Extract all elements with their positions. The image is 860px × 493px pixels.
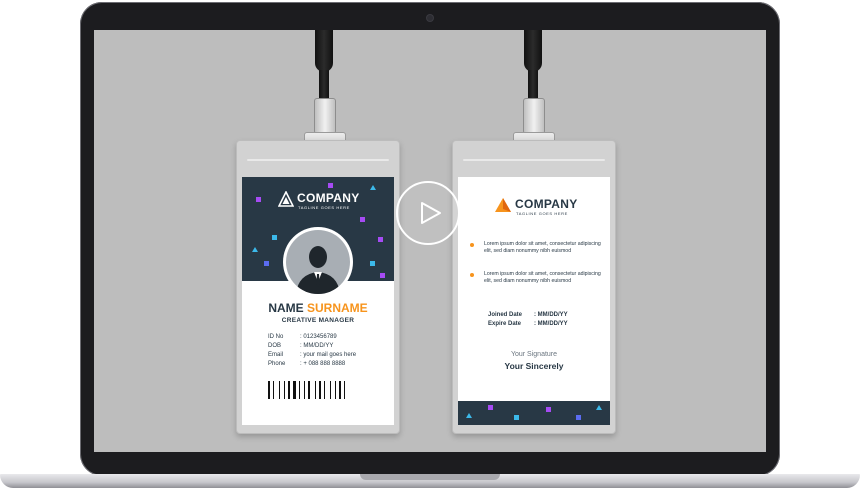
barcode-bar <box>315 381 316 399</box>
date-rows: Joined Date: MM/DD/YY Expire Date: MM/DD… <box>488 311 568 329</box>
info-label: Email <box>268 352 284 358</box>
confetti <box>256 197 261 202</box>
info-value: : your mail goes here <box>300 352 357 358</box>
first-name: NAME <box>268 301 304 315</box>
info-value: : + 088 888 8888 <box>300 361 346 367</box>
confetti <box>576 415 581 420</box>
barcode-bar <box>299 381 300 399</box>
lanyard-clip-back <box>523 98 545 134</box>
logo-icon <box>278 191 294 207</box>
company-name: COMPANY <box>297 191 360 205</box>
barcode-bar <box>268 381 270 399</box>
info-value: : 0123456789 <box>300 334 337 340</box>
lanyard-ring-back <box>528 70 538 100</box>
barcode-bar <box>273 381 274 399</box>
confetti <box>514 415 519 420</box>
confetti <box>466 413 472 418</box>
joined-date-row: Joined Date: MM/DD/YY <box>488 312 568 318</box>
barcode-bar <box>288 381 290 399</box>
last-name: SURNAME <box>307 301 368 315</box>
info-row: Email : your mail goes here <box>268 351 388 360</box>
signature-label: Your Signature <box>510 351 558 358</box>
barcode-bar <box>324 381 325 399</box>
lanyard-strap-front <box>315 30 333 72</box>
person-silhouette-icon <box>286 230 350 294</box>
info-row: Phone : + 088 888 8888 <box>268 360 388 369</box>
holder-slot <box>247 159 389 161</box>
barcode-bar <box>293 381 296 399</box>
barcode-bar <box>284 381 285 399</box>
barcode-bar <box>344 381 345 399</box>
logo-icon <box>495 198 511 212</box>
lanyard-strap-back <box>524 30 542 72</box>
bullet-icon <box>470 243 474 247</box>
info-label: Phone <box>268 361 286 367</box>
confetti <box>370 185 376 190</box>
confetti <box>378 237 383 242</box>
barcode-bar <box>339 381 341 399</box>
confetti <box>252 247 258 252</box>
confetti <box>370 261 375 266</box>
confetti <box>596 405 602 410</box>
info-list: ID No : 0123456789 DOB : MM/DD/YY Email : y… <box>268 333 388 369</box>
info-label: DOB <box>268 343 282 349</box>
holder-name: NAME SURNAME <box>242 301 394 315</box>
holder-slot <box>463 159 605 161</box>
card-footer <box>458 401 610 425</box>
barcode-bar <box>335 381 336 399</box>
bullet-text: Lorem ipsum dolor sit amet, consectetur … <box>484 271 601 284</box>
play-button[interactable] <box>396 181 460 245</box>
info-row: ID No : 0123456789 <box>268 333 388 342</box>
barcode-bar <box>319 381 321 399</box>
barcode-bar <box>279 381 280 399</box>
bullet-icon <box>470 273 474 277</box>
lanyard-clip-front <box>314 98 336 134</box>
lanyard-ring-front <box>319 70 329 100</box>
company-name: COMPANY <box>515 197 578 211</box>
barcode-bar <box>330 381 331 399</box>
barcode-icon <box>268 381 368 399</box>
info-label: ID No <box>268 334 284 340</box>
confetti <box>272 235 277 240</box>
confetti <box>328 183 333 188</box>
id-holder-front: COMPANY TAGLINE GOES HERE NAME SURNAME C… <box>236 140 400 434</box>
play-icon <box>421 202 441 224</box>
id-card-back: COMPANY TAGLINE GOES HERE Lorem ipsum do… <box>458 177 610 425</box>
info-row: DOB : MM/DD/YY <box>268 342 388 351</box>
barcode-bar <box>304 381 305 399</box>
confetti <box>360 217 365 222</box>
webcam-icon <box>427 15 433 21</box>
id-holder-back: COMPANY TAGLINE GOES HERE Lorem ipsum do… <box>452 140 616 434</box>
company-tagline: TAGLINE GOES HERE <box>516 211 568 216</box>
laptop-notch <box>360 474 500 480</box>
id-card-front: COMPANY TAGLINE GOES HERE NAME SURNAME C… <box>242 177 394 425</box>
bullet-text: Lorem ipsum dolor sit amet, consectetur … <box>484 241 601 254</box>
confetti <box>380 273 385 278</box>
job-title: CREATIVE MANAGER <box>281 317 355 324</box>
avatar-ring <box>283 227 353 297</box>
signature-name: Your Sincerely <box>504 361 564 371</box>
confetti <box>264 261 269 266</box>
expire-date-row: Expire Date: MM/DD/YY <box>488 321 568 327</box>
barcode-bar <box>308 381 310 399</box>
confetti <box>488 405 493 410</box>
info-value: : MM/DD/YY <box>300 343 334 349</box>
confetti <box>546 407 551 412</box>
company-tagline: TAGLINE GOES HERE <box>298 205 350 210</box>
